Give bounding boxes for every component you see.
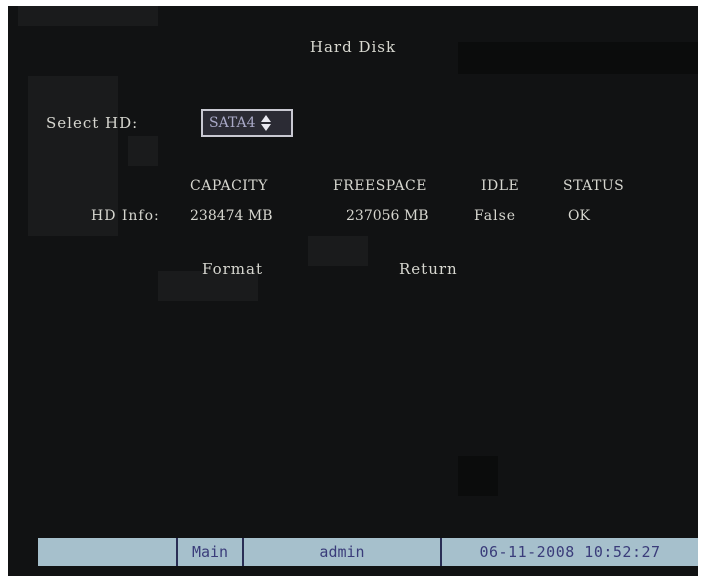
column-header-idle: IDLE	[481, 178, 520, 194]
capacity-value: 238474 MB	[190, 208, 273, 224]
column-header-capacity: CAPACITY	[190, 178, 268, 194]
format-button[interactable]: Format	[198, 258, 267, 280]
idle-value: False	[474, 208, 517, 224]
artifact-block	[308, 236, 368, 266]
osd-screen: Hard Disk Select HD: SATA4 CAPACITY FREE…	[8, 6, 698, 576]
hd-select-value: SATA4	[209, 115, 256, 131]
artifact-block	[458, 456, 498, 496]
status-bar: Main admin 06-11-2008 10:52:27	[38, 538, 698, 566]
up-down-arrows-icon[interactable]	[260, 113, 272, 133]
status-bar-datetime: 06-11-2008 10:52:27	[442, 538, 698, 566]
column-header-freespace: FREESPACE	[333, 178, 427, 194]
select-hd-label: Select HD:	[46, 114, 139, 132]
status-bar-menu: Main	[178, 538, 244, 566]
freespace-value: 237056 MB	[346, 208, 429, 224]
status-bar-user: admin	[244, 538, 442, 566]
status-value: OK	[568, 208, 590, 224]
hd-select[interactable]: SATA4	[201, 109, 293, 137]
column-header-status: STATUS	[563, 178, 625, 194]
frame: Hard Disk Select HD: SATA4 CAPACITY FREE…	[0, 0, 703, 580]
status-bar-blank	[38, 538, 178, 566]
artifact-block	[128, 136, 158, 166]
page-title: Hard Disk	[309, 38, 397, 56]
hd-info-label: HD Info:	[91, 208, 160, 224]
return-button[interactable]: Return	[395, 258, 462, 280]
artifact-block	[18, 6, 158, 26]
